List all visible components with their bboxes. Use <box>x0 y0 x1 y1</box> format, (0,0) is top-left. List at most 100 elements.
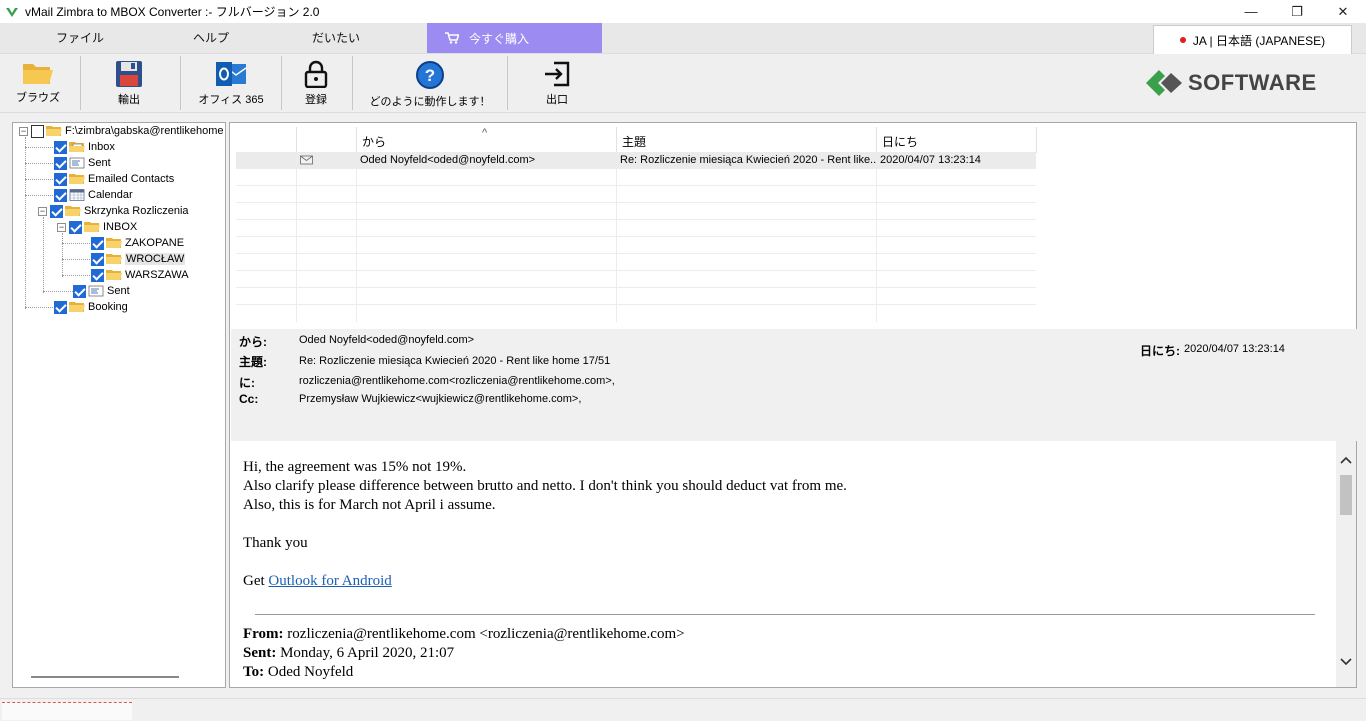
tree-item-inbox[interactable]: Inbox <box>54 139 115 155</box>
tree-item-emailed-contacts[interactable]: Emailed Contacts <box>54 171 174 187</box>
sent-items-icon <box>69 157 85 169</box>
folder-icon <box>106 254 122 264</box>
office365-label: オフィス 365 <box>198 94 264 106</box>
inbox-icon <box>69 142 85 152</box>
tree-item-label: INBOX <box>103 221 138 233</box>
export-button[interactable]: 輸出 <box>100 54 158 112</box>
from-value: Oded Noyfeld<oded@noyfeld.com> <box>299 334 475 346</box>
tree-checkbox[interactable] <box>91 236 104 250</box>
scroll-thumb[interactable] <box>1340 475 1352 515</box>
tree-item-skrzynka[interactable]: − Skrzynka Rozliczenia <box>38 203 189 219</box>
tree-item-warszawa[interactable]: WARSZAWA <box>91 267 189 283</box>
quote-to-line: To: Oded Noyfeld <box>243 664 353 681</box>
restore-button[interactable]: ❐ <box>1274 0 1320 23</box>
tree-checkbox[interactable] <box>73 284 86 298</box>
tree-connector <box>62 275 92 276</box>
table-row-empty <box>236 237 1036 254</box>
folder-tree: − F:\zimbra\gabska@rentlikehome Inbox Se… <box>12 122 226 688</box>
column-header-date[interactable]: 日にち <box>877 127 1037 153</box>
language-selector[interactable]: JA | 日本語 (JAPANESE) <box>1153 25 1352 55</box>
folder-icon <box>23 64 53 84</box>
tree-checkbox[interactable] <box>91 268 104 282</box>
folder-icon <box>69 302 85 312</box>
collapse-icon[interactable]: − <box>19 126 28 136</box>
menu-file[interactable]: ファイル <box>56 23 104 54</box>
column-header-from[interactable]: から ^ <box>357 127 617 153</box>
office365-button[interactable]: オフィス 365 <box>196 54 266 112</box>
quote-from-line: From: rozliczenia@rentlikehome.com <rozl… <box>243 626 685 643</box>
table-row-empty <box>236 305 1036 322</box>
message-panel: から ^ 主題 日にち Oded Noyfeld<oded@noyfeld.co… <box>229 122 1357 688</box>
tree-item-booking[interactable]: Booking <box>54 299 128 315</box>
to-value: rozliczenia@rentlikehome.com<rozliczenia… <box>299 375 615 387</box>
quote-sent-label: Sent: <box>243 645 277 661</box>
outlook-android-link[interactable]: Outlook for Android <box>268 573 391 589</box>
tree-checkbox[interactable] <box>91 252 104 266</box>
date-label: 日にち: <box>1140 344 1180 358</box>
collapse-icon[interactable]: − <box>57 222 66 232</box>
tree-item-wroclaw[interactable]: WROCŁAW <box>91 251 186 267</box>
column-header-blank[interactable] <box>236 127 297 153</box>
folder-icon <box>46 126 62 136</box>
tree-connector <box>25 179 55 180</box>
title-bar: vMail Zimbra to MBOX Converter :- フルバージョ… <box>0 0 1366 23</box>
exit-button[interactable]: 出口 <box>536 54 578 112</box>
menu-help[interactable]: ヘルプ <box>193 23 229 54</box>
exit-label: 出口 <box>546 94 568 106</box>
tree-checkbox[interactable] <box>54 156 67 170</box>
tree-connector <box>43 217 44 293</box>
tree-item-inbox-sub[interactable]: − INBOX <box>57 219 137 235</box>
tree-checkbox[interactable] <box>54 300 67 314</box>
tree-item-sent-sub[interactable]: Sent <box>73 283 130 299</box>
sent-items-icon <box>88 285 104 297</box>
body-text: Also, this is for March not April i assu… <box>243 497 496 513</box>
tree-checkbox[interactable] <box>54 172 67 186</box>
toolbar-divider <box>507 56 508 110</box>
tree-connector <box>62 233 63 277</box>
tree-item-zakopane[interactable]: ZAKOPANE <box>91 235 184 251</box>
tree-item-label: Sent <box>107 285 130 297</box>
buy-now-button[interactable]: 今すぐ購入 <box>427 23 602 53</box>
column-header-subject[interactable]: 主題 <box>617 127 877 153</box>
body-text: Thank you <box>243 535 308 551</box>
tree-checkbox[interactable] <box>54 140 67 154</box>
column-header-label: 日にち <box>882 135 919 149</box>
tree-root[interactable]: − F:\zimbra\gabska@rentlikehome <box>19 123 224 139</box>
how-it-works-button[interactable]: ? どのように動作します！ <box>369 54 491 112</box>
collapse-icon[interactable]: − <box>38 206 47 216</box>
tree-item-calendar[interactable]: Calendar <box>54 187 133 203</box>
menu-about[interactable]: だいたい <box>312 23 360 54</box>
scroll-up-icon[interactable] <box>1339 455 1353 465</box>
column-header-icon[interactable] <box>297 127 357 153</box>
browse-button[interactable]: ブラウズ <box>10 54 66 112</box>
how-it-works-label: どのように動作します！ <box>369 96 491 108</box>
tree-item-label: Calendar <box>88 189 133 201</box>
table-row[interactable]: Oded Noyfeld<oded@noyfeld.com> Re: Rozli… <box>236 152 1036 169</box>
tree-checkbox[interactable] <box>50 204 63 218</box>
tree-item-label: Emailed Contacts <box>88 173 175 185</box>
register-button[interactable]: 登録 <box>296 54 336 112</box>
horizontal-scrollbar[interactable] <box>31 676 179 678</box>
table-row-empty <box>236 254 1036 271</box>
tree-checkbox[interactable] <box>31 124 44 138</box>
buy-now-label: 今すぐ購入 <box>469 31 530 46</box>
tree-item-label: Inbox <box>88 141 115 153</box>
tree-item-label: WROCŁAW <box>125 253 186 265</box>
tree-item-sent[interactable]: Sent <box>54 155 111 171</box>
scroll-down-icon[interactable] <box>1339 657 1353 667</box>
to-label: に: <box>239 376 255 390</box>
close-button[interactable]: ✕ <box>1320 0 1366 23</box>
body-vertical-scrollbar[interactable] <box>1336 441 1356 687</box>
tree-checkbox[interactable] <box>54 188 67 202</box>
table-row-empty <box>236 288 1036 305</box>
lock-icon <box>304 60 328 88</box>
sort-ascending-icon: ^ <box>482 127 488 139</box>
language-dot-icon <box>1179 37 1186 43</box>
tree-checkbox[interactable] <box>69 220 82 234</box>
toolbar-divider <box>180 56 181 110</box>
tree-item-label: Booking <box>88 301 128 313</box>
tree-connector <box>25 307 55 308</box>
toolbar-divider <box>352 56 353 110</box>
minimize-button[interactable]: — <box>1228 0 1274 23</box>
register-label: 登録 <box>305 94 327 106</box>
